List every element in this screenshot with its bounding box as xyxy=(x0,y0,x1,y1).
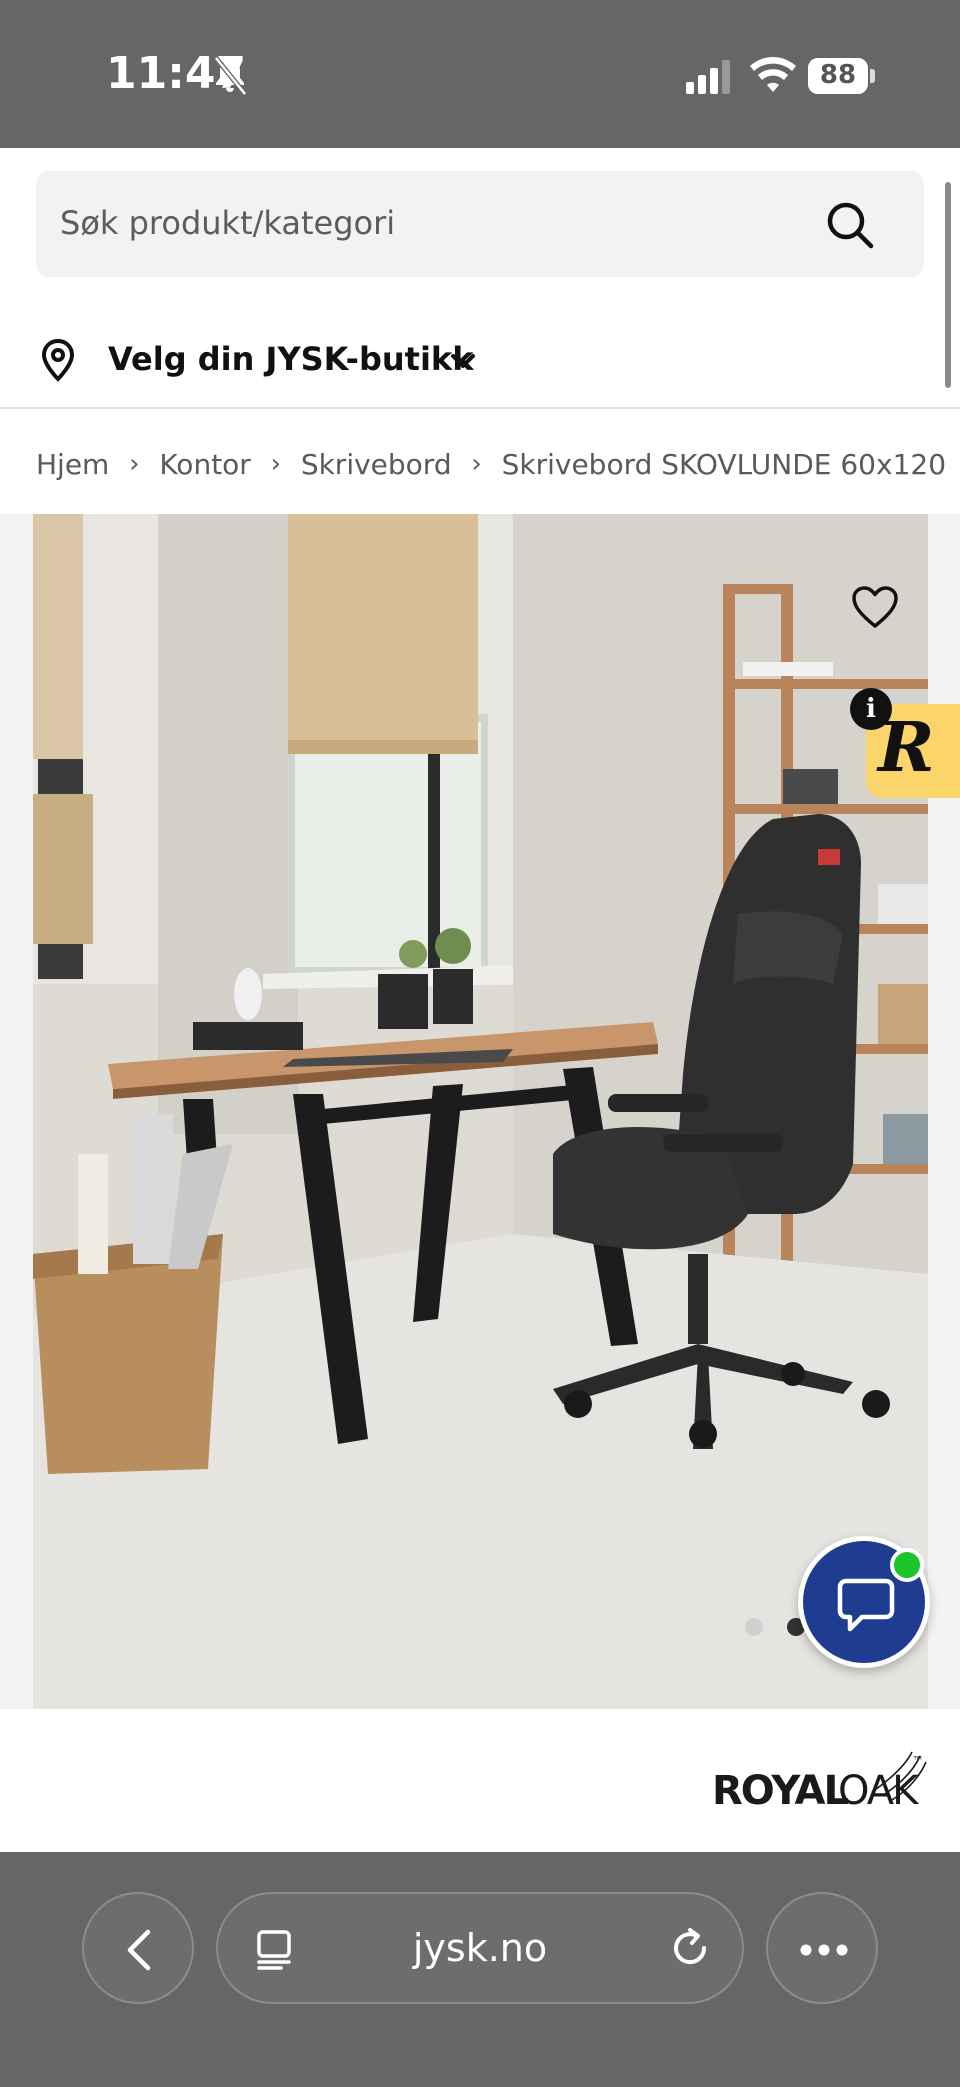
more-options-button[interactable] xyxy=(766,1892,878,2004)
scrollbar-thumb[interactable] xyxy=(945,182,951,388)
back-button[interactable] xyxy=(82,1892,194,2004)
pagination-dot[interactable] xyxy=(745,1618,763,1636)
url-text: jysk.no xyxy=(412,1926,548,1970)
favorite-heart-icon[interactable] xyxy=(850,584,900,630)
breadcrumb-item-home[interactable]: Hjem xyxy=(36,448,109,481)
chevron-right-icon: › xyxy=(270,449,282,479)
brand-logo-royal-oak[interactable]: ROYAL OAK ™ xyxy=(712,1748,928,1818)
location-pin-icon xyxy=(41,338,75,382)
breadcrumb-item-office[interactable]: Kontor xyxy=(159,448,250,481)
online-status-dot xyxy=(890,1548,924,1582)
chevron-down-icon xyxy=(451,354,475,368)
brand-trademark: ™ xyxy=(912,1754,924,1768)
search-placeholder: Søk produkt/kategori xyxy=(60,204,396,242)
chevron-left-icon xyxy=(127,1929,151,1971)
cellular-signal-icon xyxy=(686,60,730,94)
status-bar: 11:47 88 xyxy=(0,0,960,148)
battery-level: 88 xyxy=(819,60,857,90)
breadcrumb-item-current: Skrivebord SKOVLUNDE 60x120 xyxy=(501,447,946,481)
chat-bubble-icon xyxy=(837,1578,895,1632)
browser-toolbar: jysk.no xyxy=(0,1852,960,2087)
bell-slash-icon xyxy=(214,56,247,96)
store-selector-label: Velg din JYSK-butikk xyxy=(108,340,474,378)
header-divider xyxy=(0,407,960,409)
more-options-icon xyxy=(800,1944,848,1956)
battery-icon: 88 xyxy=(808,58,875,94)
info-icon[interactable]: i xyxy=(850,688,892,730)
breadcrumb-item-desks[interactable]: Skrivebord xyxy=(301,448,452,481)
search-input[interactable]: Søk produkt/kategori xyxy=(36,171,924,277)
breadcrumb: Hjem › Kontor › Skrivebord › Skrivebord … xyxy=(36,444,946,484)
reload-icon[interactable] xyxy=(668,1926,712,1970)
product-image[interactable] xyxy=(33,514,928,1709)
brand-royal-text: ROYAL xyxy=(712,1768,849,1814)
chevron-right-icon: › xyxy=(471,449,482,479)
address-bar[interactable]: jysk.no xyxy=(216,1892,744,2004)
search-icon[interactable] xyxy=(826,201,874,249)
wifi-icon xyxy=(750,57,796,92)
store-selector[interactable]: Velg din JYSK-butikk xyxy=(36,330,736,390)
chevron-right-icon: › xyxy=(129,449,140,479)
product-photo-illustration xyxy=(33,514,928,1709)
